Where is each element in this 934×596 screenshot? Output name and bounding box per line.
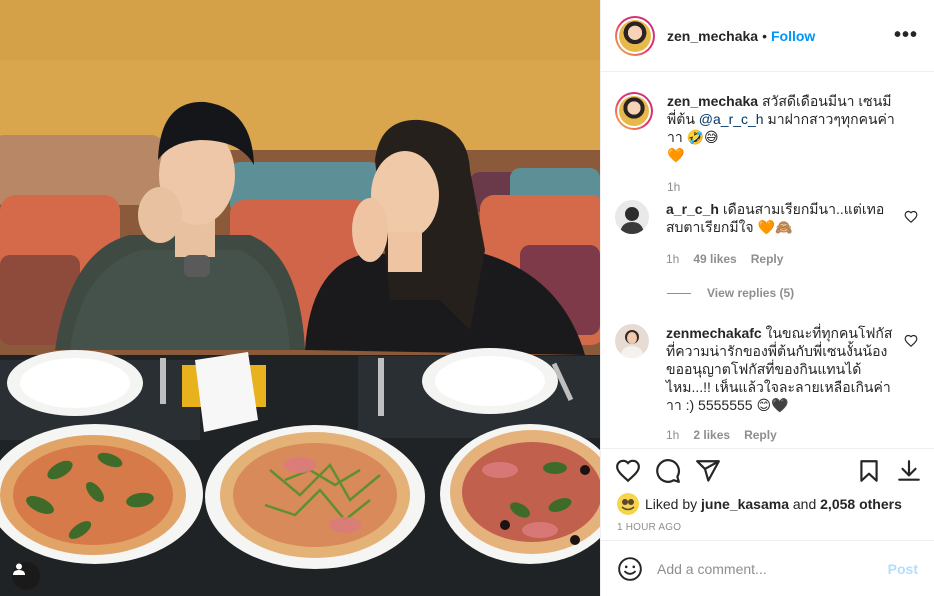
caption-mention[interactable]: @a_r_c_h [699,111,764,127]
author-username[interactable]: zen_mechaka [667,28,758,44]
post-photo[interactable] [0,0,600,596]
post-action-bar [601,448,934,492]
likes-joiner: and [792,496,817,512]
more-options-button[interactable]: ••• [894,24,918,47]
comment-username[interactable]: a_r_c_h [666,201,719,217]
reply-button[interactable]: Reply [744,426,777,444]
download-icon[interactable] [896,458,922,484]
liker-avatar[interactable] [617,493,639,515]
commenter-avatar[interactable] [615,200,649,234]
view-replies-label: View replies (5) [707,286,795,300]
post-side-panel: zen_mechaka • Follow ••• zen_mechaka สวั… [600,0,934,596]
likes-summary: Liked by june_kasama and 2,058 others [601,492,934,516]
photo-illustration [0,0,600,596]
user-tag-icon [13,563,25,575]
commenter-avatar[interactable] [615,324,649,358]
comment-item: a_r_c_h เดือนสามเรียกมีนา..แต่เทอสบตาเรี… [615,200,922,268]
author-avatar[interactable] [615,15,655,56]
likes-others[interactable]: 2,058 others [820,496,902,512]
bookmark-icon[interactable] [856,458,882,484]
reply-button[interactable]: Reply [751,250,784,268]
instagram-post: zen_mechaka • Follow ••• zen_mechaka สวั… [0,0,934,596]
user-tag-button[interactable] [12,562,40,590]
comment-likes[interactable]: 2 likes [693,426,730,444]
post-header: zen_mechaka • Follow ••• [601,0,934,72]
header-separator: • [762,27,767,44]
comment-heart-icon[interactable] [904,334,918,348]
comment-heart-icon[interactable] [904,210,918,224]
follow-button[interactable]: Follow [771,28,815,44]
caption-time[interactable]: 1h [667,178,680,196]
comment-time[interactable]: 1h [666,426,679,444]
liker-username[interactable]: june_kasama [701,496,789,512]
caption-emoji-line: 🧡 [667,147,685,163]
heart-icon[interactable] [615,458,641,484]
speech-bubble-icon[interactable] [655,458,681,484]
view-replies-button[interactable]: View replies (5) [667,286,794,300]
caption-username[interactable]: zen_mechaka [667,93,758,109]
comment-input[interactable] [657,560,888,577]
paper-plane-icon[interactable] [695,458,721,484]
add-comment-bar: Post [601,540,934,596]
liker-avatar-icon [621,499,635,511]
comments-list[interactable]: zen_mechaka สวัสดีเดือนมีนา เซนมีพี่ต้น … [601,72,934,448]
comment-username[interactable]: zenmechakafc [666,325,762,341]
comment-item: zenmechakafc ในขณะที่ทุกคนโฟกัสที่ความน่… [615,324,922,444]
caption-avatar[interactable] [615,92,653,130]
post-comment-button[interactable]: Post [888,561,918,577]
comment-likes[interactable]: 49 likes [693,250,736,268]
smiley-icon[interactable] [617,556,643,582]
comment-time[interactable]: 1h [666,250,679,268]
caption: zen_mechaka สวัสดีเดือนมีนา เซนมีพี่ต้น … [615,92,922,196]
likes-prefix: Liked by [645,496,698,512]
